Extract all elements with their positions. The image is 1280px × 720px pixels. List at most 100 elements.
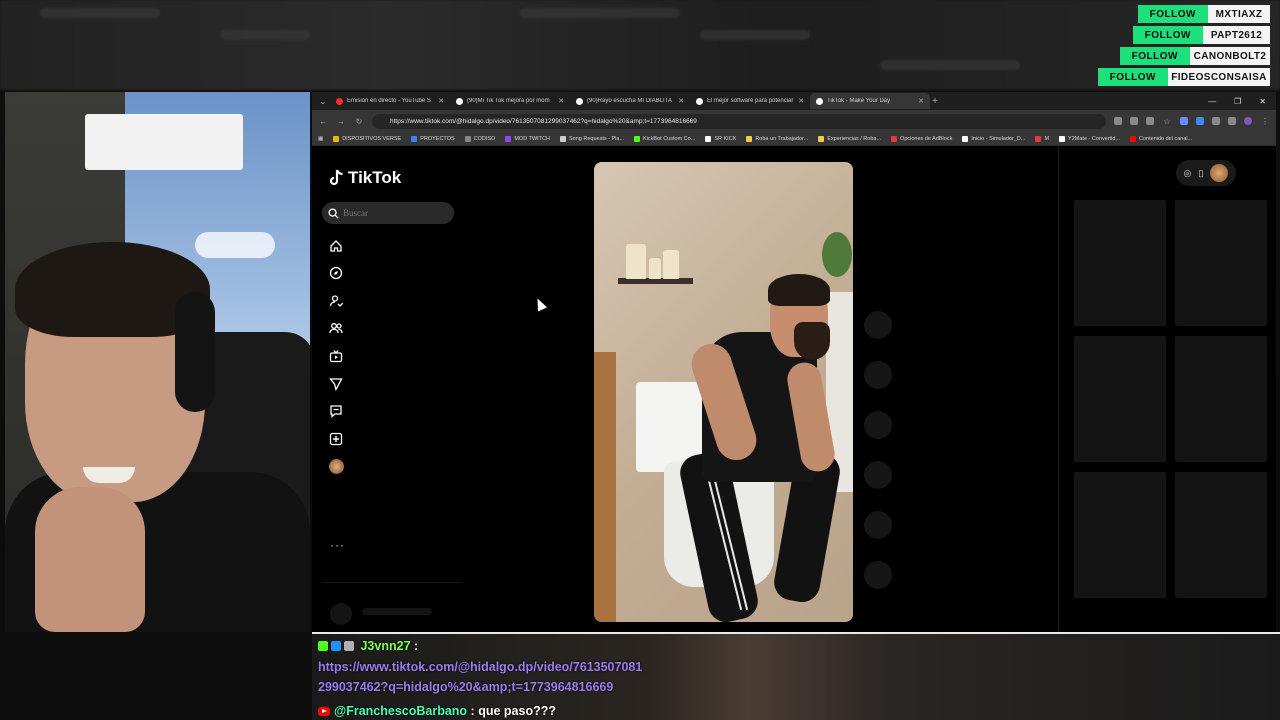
bookmark-item[interactable]: KickBot Custom Co... bbox=[634, 135, 695, 142]
tab-tiktok-2[interactable]: (90)Rayo escucha MI DIABLITA ✕ bbox=[570, 93, 690, 109]
follow-label: FOLLOW bbox=[1119, 47, 1190, 65]
follow-alert: FOLLOW FIDEOSCONSAISA bbox=[1097, 68, 1270, 86]
tab-bar: ⌄ Emisión en directo - YouTube S ✕ (90)Mi… bbox=[312, 92, 1276, 110]
search-icon bbox=[328, 207, 339, 219]
profile-avatar[interactable] bbox=[1210, 164, 1229, 182]
tab-software[interactable]: El mejor software para potenciar ✕ bbox=[690, 93, 810, 109]
follow-alert: FOLLOW PAPT2612 bbox=[1132, 26, 1270, 44]
close-icon[interactable]: ✕ bbox=[558, 97, 564, 105]
header-actions: ◎ ▯ bbox=[1176, 160, 1236, 186]
profile-icon[interactable] bbox=[1244, 117, 1252, 125]
bookmark-item[interactable]: Contenido del canal... bbox=[1130, 135, 1192, 142]
bookmark-item[interactable]: Roba un Trabajador... bbox=[746, 135, 808, 142]
bookmark-star-icon[interactable]: ☆ bbox=[1162, 117, 1172, 126]
like-button[interactable] bbox=[864, 311, 892, 339]
video-thumbnail[interactable] bbox=[1074, 472, 1166, 598]
apps-grid-icon[interactable]: ▦ bbox=[318, 136, 323, 142]
youtube-icon bbox=[318, 707, 330, 716]
maximize-icon[interactable]: ❐ bbox=[1234, 97, 1241, 106]
stream-overlay: FOLLOW MXTIAXZ FOLLOW PAPT2612 FOLLOW CA… bbox=[0, 0, 1280, 720]
install-icon[interactable] bbox=[1130, 117, 1138, 125]
bookmark-item[interactable]: CODISO bbox=[464, 135, 495, 142]
search-box[interactable] bbox=[322, 202, 454, 224]
chat-link[interactable]: https://www.tiktok.com/@hidalgo.dp/video… bbox=[318, 660, 642, 674]
repost-button[interactable] bbox=[864, 511, 892, 539]
music-button[interactable] bbox=[864, 561, 892, 589]
bookmark-item[interactable]: SR KICK bbox=[705, 135, 736, 142]
video-thumbnail[interactable] bbox=[1175, 200, 1267, 326]
extensions-puzzle-icon[interactable] bbox=[1212, 117, 1220, 125]
share-button[interactable] bbox=[864, 461, 892, 489]
back-icon[interactable]: ← bbox=[318, 117, 328, 126]
loading-placeholder bbox=[362, 608, 432, 615]
tab-tiktok-active[interactable]: TikTok - Make Your Day ✕ bbox=[810, 93, 930, 109]
close-icon[interactable]: ✕ bbox=[798, 97, 804, 105]
new-tab-button[interactable]: + bbox=[930, 96, 940, 107]
sidebar-icon[interactable] bbox=[1228, 117, 1236, 125]
extension-icon[interactable] bbox=[1180, 117, 1188, 125]
url-field[interactable]: https://www.tiktok.com/@hidalgo.dp/video… bbox=[372, 113, 1106, 129]
minimize-icon[interactable]: — bbox=[1208, 97, 1216, 106]
explore-icon[interactable]: ◎ bbox=[1184, 168, 1192, 179]
video-player[interactable] bbox=[594, 162, 853, 622]
blurred-background bbox=[0, 0, 1280, 90]
close-window-icon[interactable]: ✕ bbox=[1259, 97, 1266, 106]
video-thumbnail[interactable] bbox=[1074, 336, 1166, 462]
bookmark-item[interactable]: Song Requests - Pla... bbox=[560, 135, 624, 142]
bookmark-item[interactable]: Y2Mate - Convertid... bbox=[1059, 135, 1120, 142]
menu-kebab-icon[interactable]: ⋮ bbox=[1260, 117, 1270, 126]
save-button[interactable] bbox=[864, 411, 892, 439]
translate-icon[interactable] bbox=[1114, 117, 1122, 125]
follow-label: FOLLOW bbox=[1137, 5, 1208, 23]
follow-alert: FOLLOW MXTIAXZ bbox=[1137, 5, 1270, 23]
explore-icon[interactable] bbox=[327, 264, 345, 282]
profile-avatar[interactable] bbox=[327, 457, 345, 475]
tab-tiktok-1[interactable]: (90)Mi Tik Tok mejora por mom ✕ bbox=[450, 93, 570, 109]
comment-button[interactable] bbox=[864, 361, 892, 389]
home-icon[interactable] bbox=[327, 237, 345, 255]
bookmark-item[interactable]: Inicio - Simulador_D... bbox=[962, 135, 1025, 142]
chat-link[interactable]: 299037462?q=hidalgo%20&amp;t=17739648166… bbox=[318, 680, 613, 694]
tiktok-logo[interactable]: TikTok bbox=[328, 168, 401, 188]
chat-text: que paso??? bbox=[478, 704, 556, 718]
forward-icon[interactable]: → bbox=[336, 117, 346, 126]
live-icon[interactable] bbox=[327, 347, 345, 365]
chat-message: J3vnn27 : bbox=[318, 639, 418, 653]
divider bbox=[322, 582, 462, 583]
mobile-icon[interactable]: ▯ bbox=[1198, 168, 1203, 179]
zoom-icon[interactable] bbox=[1146, 117, 1154, 125]
close-icon[interactable]: ✕ bbox=[918, 97, 924, 105]
sub-badge-icon bbox=[344, 641, 354, 651]
tab-search-icon[interactable]: ⌄ bbox=[316, 97, 330, 106]
friends-icon[interactable] bbox=[327, 319, 345, 337]
reload-icon[interactable]: ↻ bbox=[354, 117, 364, 126]
tab-title: TikTok - Make Your Day bbox=[827, 98, 891, 104]
follow-alert: FOLLOW CANONBOLT2 bbox=[1119, 47, 1270, 65]
video-thumbnail[interactable] bbox=[1175, 472, 1267, 598]
tiktok-note-icon bbox=[329, 169, 343, 186]
chat-overlay: J3vnn27 : https://www.tiktok.com/@hidalg… bbox=[312, 632, 1280, 720]
chat-separator: : bbox=[470, 704, 475, 718]
messages-send-icon[interactable] bbox=[327, 375, 345, 393]
video-thumbnail[interactable] bbox=[1074, 200, 1166, 326]
bookmark-item[interactable]: Experiencias / Roba... bbox=[818, 135, 881, 142]
follower-name: MXTIAXZ bbox=[1208, 5, 1270, 23]
follower-name: PAPT2612 bbox=[1203, 26, 1270, 44]
inbox-icon[interactable] bbox=[327, 402, 345, 420]
video-thumbnail[interactable] bbox=[1175, 336, 1267, 462]
bookmark-item[interactable]: PROYECTOS bbox=[411, 135, 455, 142]
close-icon[interactable]: ✕ bbox=[438, 97, 444, 105]
tab-title: (90)Rayo escucha MI DIABLITA bbox=[587, 98, 672, 104]
bookmark-item[interactable]: MOD TWITCH bbox=[505, 135, 550, 142]
bookmark-item[interactable]: M bbox=[1035, 135, 1049, 142]
extension-icon[interactable] bbox=[1196, 117, 1204, 125]
search-input[interactable] bbox=[343, 208, 443, 218]
bookmark-item[interactable]: Opciones de AdBlock bbox=[891, 135, 952, 142]
more-icon[interactable]: ··· bbox=[330, 538, 345, 552]
tab-youtube-live[interactable]: Emisión en directo - YouTube S ✕ bbox=[330, 93, 450, 109]
close-icon[interactable]: ✕ bbox=[678, 97, 684, 105]
upload-icon[interactable] bbox=[327, 430, 345, 448]
follow-label: FOLLOW bbox=[1132, 26, 1203, 44]
following-icon[interactable] bbox=[327, 292, 345, 310]
bookmark-item[interactable]: DISPOSITIVOS VERSE bbox=[333, 135, 401, 142]
